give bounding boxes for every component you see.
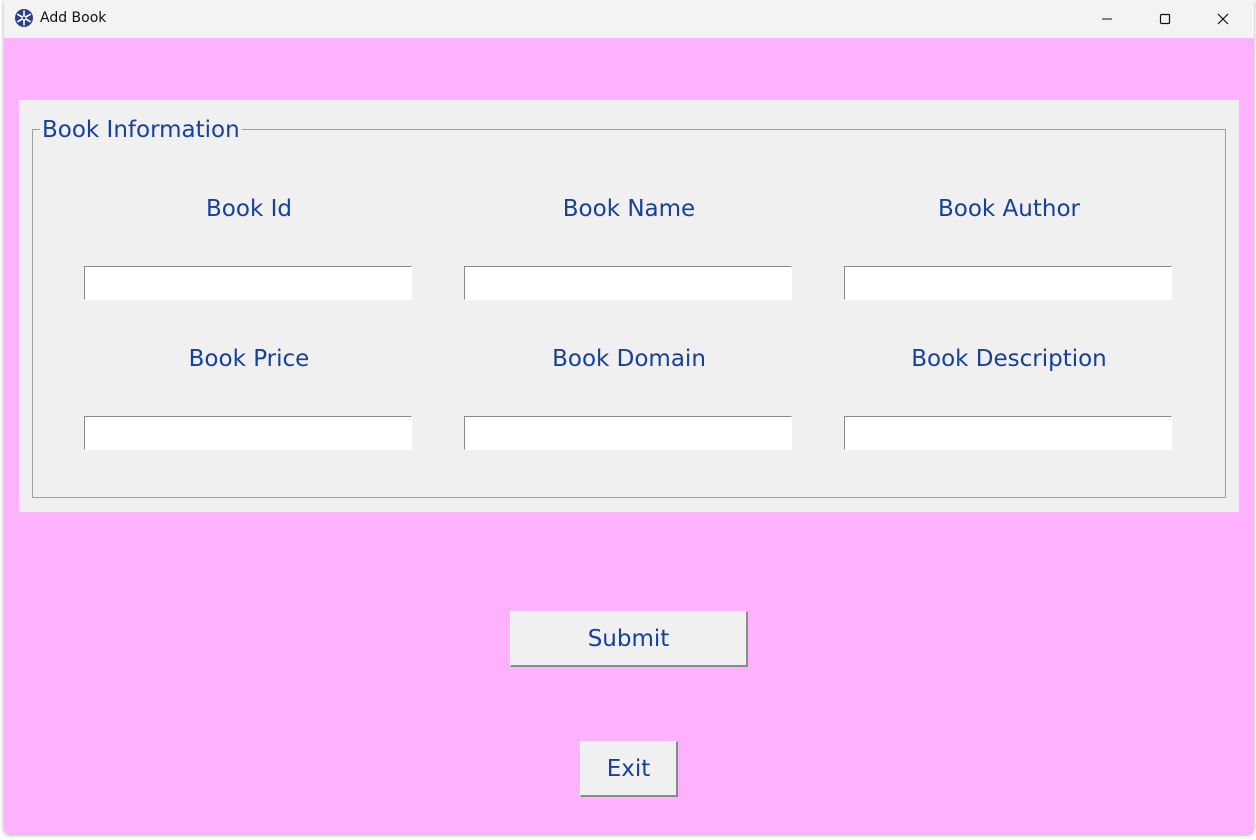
book-id-input[interactable] [84, 266, 412, 300]
book-description-label: Book Description [911, 346, 1107, 372]
submit-button[interactable]: Submit [510, 611, 748, 667]
add-book-window: Add Book Book Information Book Id Book N… [4, 0, 1254, 834]
book-author-input[interactable] [844, 266, 1172, 300]
minimize-icon [1101, 10, 1113, 29]
book-name-input[interactable] [464, 266, 792, 300]
maximize-icon [1159, 10, 1171, 29]
book-author-label: Book Author [938, 196, 1080, 222]
maximize-button[interactable] [1136, 0, 1194, 38]
exit-button[interactable]: Exit [580, 741, 678, 797]
book-domain-label: Book Domain [552, 346, 706, 372]
book-domain-input[interactable] [464, 416, 792, 450]
minimize-button[interactable] [1078, 0, 1136, 38]
book-id-label: Book Id [206, 196, 292, 222]
title-bar[interactable]: Add Book [4, 0, 1254, 38]
group-title: Book Information [40, 117, 242, 143]
book-price-label: Book Price [188, 346, 310, 372]
close-icon [1217, 10, 1229, 29]
book-price-input[interactable] [84, 416, 412, 450]
book-name-label: Book Name [562, 196, 696, 222]
form-panel: Book Information Book Id Book Name Book … [19, 100, 1239, 512]
close-button[interactable] [1194, 0, 1252, 38]
book-description-input[interactable] [844, 416, 1172, 450]
app-snowflake-icon [14, 8, 34, 28]
window-title: Add Book [40, 10, 107, 26]
